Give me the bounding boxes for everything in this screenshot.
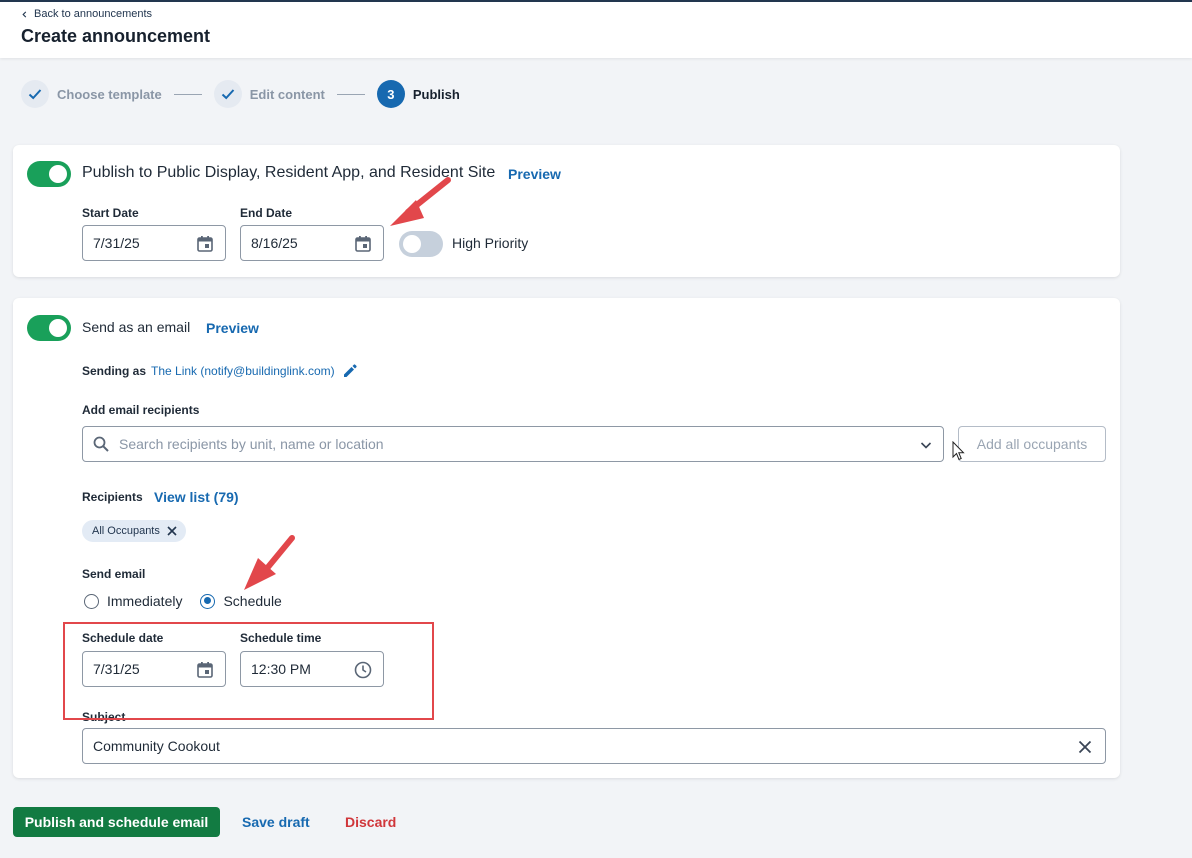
page-title: Create announcement <box>21 26 211 46</box>
publish-toggle[interactable] <box>27 161 71 187</box>
radio-button[interactable] <box>84 593 99 609</box>
subject-input[interactable]: Community Cookout <box>82 728 1106 764</box>
step-complete-indicator <box>21 80 49 108</box>
recipient-chip: All Occupants <box>82 520 186 542</box>
step-complete-indicator <box>213 80 242 108</box>
search-placeholder: Search recipients by unit, name or locat… <box>119 436 384 452</box>
annotation-arrow-icon <box>244 535 295 590</box>
clear-icon[interactable] <box>1075 737 1095 757</box>
radio-immediately[interactable]: Immediately <box>84 593 182 609</box>
add-all-occupants-button[interactable]: Add all occupants <box>958 426 1106 462</box>
publish-card: Publish to Public Display, Resident App,… <box>13 145 1120 277</box>
step-connector <box>336 93 365 95</box>
start-date-label: Start Date <box>82 206 139 220</box>
end-date-value: 8/16/25 <box>251 235 298 251</box>
end-date-field[interactable]: 8/16/25 <box>240 225 384 261</box>
send-email-label: Send email <box>82 567 146 581</box>
email-title: Send as an email <box>82 319 191 335</box>
recipient-search-input[interactable]: Search recipients by unit, name or locat… <box>82 426 944 462</box>
check-icon <box>28 89 42 100</box>
publish-preview-link[interactable]: Preview <box>508 166 561 182</box>
chevron-down-icon[interactable] <box>919 438 933 452</box>
mouse-cursor-icon <box>952 441 965 461</box>
sending-as-row: Sending as The Link (notify@buildinglink… <box>82 362 359 380</box>
email-preview-link[interactable]: Preview <box>206 320 259 336</box>
back-link[interactable]: Back to announcements <box>21 8 152 20</box>
step-publish[interactable]: 3 Publish <box>376 80 460 108</box>
radio-button[interactable] <box>200 593 216 609</box>
save-draft-button[interactable]: Save draft <box>242 807 310 837</box>
close-icon[interactable] <box>166 525 178 537</box>
calendar-icon[interactable] <box>195 234 215 254</box>
page-header: Back to announcements Create announcemen… <box>0 0 1192 58</box>
calendar-icon[interactable] <box>353 234 373 254</box>
stepper: Choose template Edit content 3 Publish <box>21 79 460 109</box>
step-label: Edit content <box>249 86 325 102</box>
annotation-arrow-icon <box>390 177 451 226</box>
check-icon <box>221 89 234 100</box>
step-label: Publish <box>412 86 460 102</box>
publish-and-schedule-button[interactable]: Publish and schedule email <box>13 807 220 837</box>
end-date-label: End Date <box>240 206 293 220</box>
step-label: Choose template <box>57 86 162 102</box>
step-connector <box>173 93 202 95</box>
step-number: 3 <box>376 80 405 108</box>
subject-value: Community Cookout <box>93 738 220 754</box>
sending-as-label: Sending as <box>82 364 147 378</box>
step-edit-content[interactable]: Edit content <box>213 80 325 108</box>
back-link-label: Back to announcements <box>34 8 153 20</box>
sending-as-value: The Link (notify@buildinglink.com) <box>151 364 335 378</box>
search-icon <box>93 436 109 452</box>
view-list-link[interactable]: View list (79) <box>154 489 239 505</box>
high-priority-label: High Priority <box>452 235 529 251</box>
edit-pencil-icon[interactable] <box>341 362 359 380</box>
recipients-label: Recipients <box>82 490 143 504</box>
email-toggle[interactable] <box>27 315 71 341</box>
add-recipients-label: Add email recipients <box>82 403 200 417</box>
chip-label: All Occupants <box>92 525 160 537</box>
start-date-value: 7/31/25 <box>93 235 140 251</box>
chevron-left-icon <box>22 10 27 18</box>
step-choose-template[interactable]: Choose template <box>21 80 162 108</box>
start-date-field[interactable]: 7/31/25 <box>82 225 226 261</box>
radio-label: Immediately <box>107 593 183 609</box>
discard-button[interactable]: Discard <box>345 807 396 837</box>
annotation-highlight-box <box>63 622 434 720</box>
